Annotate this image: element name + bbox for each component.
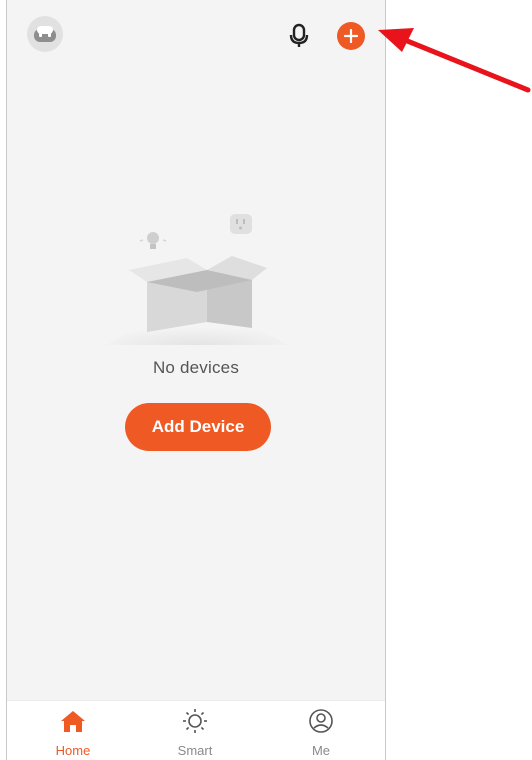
- profile-icon: [307, 707, 335, 735]
- sun-icon: [181, 707, 209, 735]
- bulb-icon: [139, 232, 167, 249]
- home-icon: [59, 707, 87, 735]
- add-device-button[interactable]: Add Device: [125, 403, 271, 451]
- plug-icon: [230, 214, 252, 234]
- add-device-plus-button[interactable]: [337, 22, 365, 50]
- tab-home-label: Home: [55, 743, 91, 758]
- top-header: [7, 0, 385, 76]
- empty-box-illustration: [107, 214, 287, 345]
- phone-screen: No devices Add Device Home Smart Me: [6, 0, 386, 760]
- tab-me-label: Me: [311, 743, 331, 758]
- microphone-glyph: [289, 23, 309, 47]
- robot-avatar-icon[interactable]: [27, 16, 63, 52]
- microphone-icon[interactable]: [284, 20, 314, 52]
- open-box-icon: [129, 256, 267, 332]
- tab-home[interactable]: Home: [33, 707, 113, 760]
- empty-state-message: No devices: [152, 358, 240, 377]
- bottom-tab-bar: Home Smart Me: [7, 700, 385, 760]
- red-arrow-annotation: [378, 28, 531, 93]
- tab-me[interactable]: Me: [281, 707, 361, 760]
- tab-smart-label: Smart: [177, 743, 213, 758]
- screenshot-stage: No devices Add Device Home Smart Me: [0, 0, 532, 760]
- tab-smart[interactable]: Smart: [155, 707, 235, 760]
- plus-icon: [343, 28, 359, 44]
- robot-face-icon: [34, 26, 56, 42]
